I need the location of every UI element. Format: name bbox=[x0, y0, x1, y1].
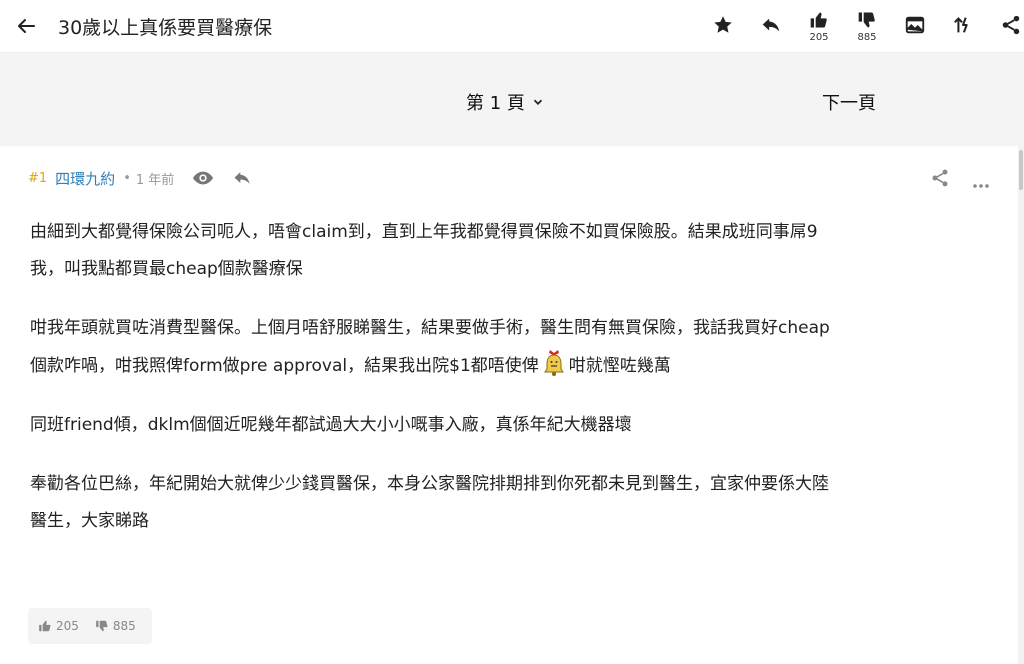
share-icon bbox=[1002, 15, 1020, 35]
bookmark-button[interactable] bbox=[708, 14, 738, 50]
post-time: 1 年前 bbox=[135, 172, 175, 188]
image-mode-button[interactable] bbox=[900, 14, 930, 50]
thumbs-up-icon bbox=[39, 620, 51, 632]
post-content: 由細到大都覺得保險公司呃人，唔會claim到，直到上年我都覺得買保險不如買保險股… bbox=[30, 214, 995, 562]
paragraph: 奉勸各位巴絲，年紀開始大就俾少少錢買醫保，本身公家醫院排期排到你死都未見到醫生，… bbox=[30, 466, 995, 540]
text-line: 咁我年頭就買咗消費型醫保。上個月唔舒服睇醫生，結果要做手術，醫生問有無買保險，我… bbox=[30, 318, 830, 338]
more-options-icon[interactable] bbox=[972, 174, 990, 193]
text-line: 我，叫我點都買最cheap個款醫療保 bbox=[30, 259, 303, 279]
scrollbar-track[interactable] bbox=[1018, 146, 1024, 664]
chevron-down-icon bbox=[533, 99, 543, 105]
reply-button[interactable] bbox=[756, 14, 786, 50]
thread-title: 30歲以上真係要買醫療保 bbox=[58, 17, 273, 39]
post-header: #1 四環九約 • 1 年前 bbox=[28, 166, 252, 190]
pagination-bar: 第 1 頁 下一頁 bbox=[0, 53, 1024, 146]
page-selector[interactable]: 第 1 頁 bbox=[466, 89, 545, 115]
reply-icon bbox=[762, 18, 780, 32]
current-page-label: 第 1 頁 bbox=[466, 93, 525, 114]
star-icon bbox=[714, 16, 732, 33]
post-like-button[interactable]: 205 bbox=[38, 619, 79, 633]
sort-button[interactable] bbox=[948, 14, 978, 50]
post-dislike-count: 885 bbox=[112, 619, 136, 633]
text-segment: 咁就慳咗幾萬 bbox=[568, 356, 671, 376]
post-username[interactable]: 四環九約 bbox=[55, 168, 115, 189]
top-bar: 30歲以上真係要買醫療保 205 885 bbox=[0, 0, 1024, 53]
thumbs-down-icon bbox=[96, 620, 108, 632]
scrollbar-thumb[interactable] bbox=[1019, 150, 1023, 190]
dislike-button[interactable]: 885 bbox=[852, 10, 882, 46]
like-button[interactable]: 205 bbox=[804, 10, 834, 46]
post-like-count: 205 bbox=[56, 619, 79, 633]
eye-icon[interactable] bbox=[192, 167, 214, 189]
dislike-count: 885 bbox=[857, 32, 877, 43]
next-page-button[interactable]: 下一頁 bbox=[822, 89, 876, 115]
back-arrow-icon[interactable] bbox=[14, 14, 38, 38]
bell-emoji-icon bbox=[541, 347, 567, 377]
text-line: 個款咋喎，咁我照俾form做pre approval，結果我出院$1都唔使俾 咁… bbox=[30, 347, 995, 385]
text-line: 同班friend傾，dklm個個近呢幾年都試過大大小小嘅事入廠，真係年紀大機器壞 bbox=[30, 415, 632, 435]
text-line: 醫生，大家睇路 bbox=[30, 511, 149, 531]
post-dislike-button[interactable]: 885 bbox=[95, 619, 136, 633]
paragraph: 同班friend傾，dklm個個近呢幾年都試過大大小小嘅事入廠，真係年紀大機器壞 bbox=[30, 407, 995, 444]
share-thread-button[interactable] bbox=[996, 14, 1024, 50]
image-icon bbox=[905, 16, 925, 34]
paragraph: 由細到大都覺得保險公司呃人，唔會claim到，直到上年我都覺得買保險不如買保險股… bbox=[30, 214, 995, 288]
thumbs-up-icon bbox=[810, 12, 827, 28]
separator-dot: • bbox=[123, 170, 131, 186]
sort-icon bbox=[954, 17, 968, 33]
post-vote-box: 205 885 bbox=[28, 608, 152, 644]
like-count: 205 bbox=[809, 32, 829, 43]
thumbs-down-icon bbox=[858, 12, 875, 28]
reply-icon[interactable] bbox=[232, 168, 252, 188]
paragraph: 咁我年頭就買咗消費型醫保。上個月唔舒服睇醫生，結果要做手術，醫生問有無買保險，我… bbox=[30, 310, 995, 385]
post-number: #1 bbox=[28, 170, 48, 186]
text-segment: 個款咋喎，咁我照俾form做pre approval，結果我出院$1都唔使俾 bbox=[30, 356, 539, 376]
post-share-icon[interactable] bbox=[930, 168, 950, 192]
text-line: 奉勸各位巴絲，年紀開始大就俾少少錢買醫保，本身公家醫院排期排到你死都未見到醫生，… bbox=[30, 474, 829, 494]
text-line: 由細到大都覺得保險公司呃人，唔會claim到，直到上年我都覺得買保險不如買保險股… bbox=[30, 222, 818, 242]
